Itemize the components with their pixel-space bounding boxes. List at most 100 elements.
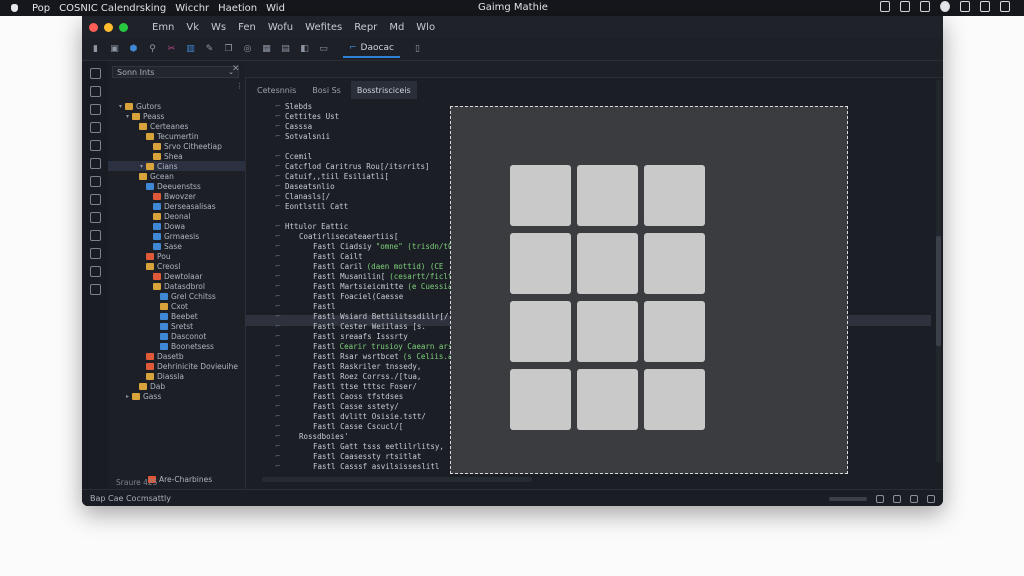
tree-item[interactable]: Derseasalisas	[147, 201, 216, 211]
terminal-icon[interactable]	[89, 176, 101, 187]
tree-item[interactable]: Grmaesis	[147, 231, 199, 241]
preview-tile[interactable]	[644, 233, 705, 294]
edit-icon[interactable]	[89, 68, 101, 79]
tab-3-active[interactable]: Bosstrisciceis	[350, 81, 417, 99]
layers-icon[interactable]: ▤	[280, 44, 291, 55]
collapse-icon[interactable]: ⋮	[236, 82, 243, 90]
code-editor[interactable]: ⌐ Slebds ⌐ Cettites Ust ⌐ Casssa ⌐ Sotvalsnii ⌐ C…	[245, 102, 489, 480]
pen-icon[interactable]: ✎	[204, 44, 215, 55]
window-menu-item[interactable]: Wofu	[268, 22, 293, 33]
horizontal-scrollbar[interactable]	[262, 477, 532, 482]
monitor-icon[interactable]	[89, 212, 101, 223]
settings-icon[interactable]	[89, 248, 101, 259]
window-menu-item[interactable]: Vk	[186, 22, 199, 33]
tree-item[interactable]: Creosl	[140, 261, 180, 271]
database-icon[interactable]	[89, 194, 101, 205]
preview-tile[interactable]	[577, 369, 638, 430]
menubar-app-name[interactable]: Pop	[32, 3, 50, 14]
search-icon[interactable]	[89, 104, 101, 115]
tree-item[interactable]: Dab	[133, 381, 165, 391]
status-icon-1[interactable]	[880, 1, 890, 12]
tree-item[interactable]: Bwovzer	[147, 191, 196, 201]
shield-icon[interactable]: ⬢	[128, 44, 139, 55]
menubar-item-3[interactable]: Haetion	[218, 3, 257, 14]
vertical-scrollbar-thumb[interactable]	[936, 236, 941, 346]
tree-item[interactable]: Pou	[140, 251, 171, 261]
tree-item[interactable]: Grel Cchitss	[154, 291, 216, 301]
tree-item[interactable]: Deonal	[147, 211, 190, 221]
tree-item[interactable]: Beebet	[154, 311, 198, 321]
close-button[interactable]	[89, 22, 98, 32]
minimize-button[interactable]	[104, 22, 113, 32]
tree-item[interactable]: Boonetsess	[154, 341, 214, 351]
tree-item[interactable]: Dasconot	[154, 331, 206, 341]
status-icon-2[interactable]	[900, 1, 910, 12]
window-menu-item[interactable]: Wlo	[416, 22, 435, 33]
status-icon-7[interactable]	[1000, 1, 1010, 12]
scissors-icon[interactable]: ✂	[166, 44, 177, 55]
preview-tile[interactable]	[510, 165, 571, 226]
tree-item[interactable]: ▾ Gutors	[119, 101, 161, 111]
status-icon-6[interactable]	[980, 1, 990, 12]
tree-item[interactable]: Dehrinicite Dovieuihe	[140, 361, 238, 371]
tree-item[interactable]: ▾ Cians	[108, 161, 245, 171]
debug-icon[interactable]	[89, 140, 101, 151]
save-icon[interactable]: ▣	[109, 44, 120, 55]
close-explorer-icon[interactable]: ✕	[232, 64, 240, 74]
preview-tile[interactable]	[577, 233, 638, 294]
tree-item[interactable]: Datasdbrol	[147, 281, 205, 291]
window-menu-item[interactable]: Wefites	[305, 22, 342, 33]
phone-icon[interactable]: ▯	[412, 44, 423, 55]
tree-item[interactable]: Certeanes	[133, 121, 188, 131]
window-menu-item[interactable]: Emn	[152, 22, 174, 33]
tree-item[interactable]: Tecumertin	[140, 131, 199, 141]
tab-2[interactable]: Bosi Ss	[306, 81, 347, 99]
split-icon[interactable]: ◧	[299, 44, 310, 55]
gear-icon[interactable]	[89, 284, 101, 295]
preview-tile[interactable]	[577, 301, 638, 362]
source-control-icon[interactable]	[89, 122, 101, 133]
bookmark-icon[interactable]	[89, 230, 101, 241]
apple-icon[interactable]	[11, 4, 18, 12]
status-icon-a[interactable]	[876, 494, 884, 503]
copy-icon[interactable]: ❐	[223, 44, 234, 55]
tree-item[interactable]: Shea	[147, 151, 183, 161]
tree-item-bottom[interactable]: Are-Charbines	[148, 474, 212, 484]
preview-tile[interactable]	[644, 165, 705, 226]
target-icon[interactable]: ◎	[242, 44, 253, 55]
tree-item[interactable]: ▸ Gass	[126, 391, 161, 401]
tree-item[interactable]: Dewtolaar	[147, 271, 202, 281]
status-icon-3[interactable]	[920, 1, 930, 12]
panel-icon[interactable]: ▭	[318, 44, 329, 55]
window-menu-item[interactable]: Ws	[211, 22, 226, 33]
menubar-item-4[interactable]: Wid	[266, 3, 285, 14]
preview-tile[interactable]	[510, 301, 571, 362]
files-icon[interactable]	[89, 86, 101, 97]
toolbar-active-tab[interactable]: ⌐ Daocac	[343, 40, 400, 58]
status-icon-4[interactable]	[940, 1, 950, 12]
menubar-item-1[interactable]: COSNIC Calendrsking	[59, 3, 166, 14]
tree-item[interactable]: Srvo Citheetiap	[147, 141, 222, 151]
explorer-selector[interactable]: Sonn Ints ⌄	[112, 66, 239, 78]
window-menu-item[interactable]: Md	[389, 22, 404, 33]
preview-tile[interactable]	[644, 369, 705, 430]
columns-icon[interactable]: ▥	[185, 44, 196, 55]
tree-item[interactable]: Sretst	[154, 321, 193, 331]
status-icon-c[interactable]	[910, 494, 918, 503]
tree-item[interactable]: Cxot	[154, 301, 188, 311]
filter-icon[interactable]: ⚲	[147, 44, 158, 55]
tree-item[interactable]: Dasetb	[140, 351, 184, 361]
tree-item[interactable]: Diassla	[140, 371, 184, 381]
tree-item[interactable]: Gcean	[133, 171, 174, 181]
window-menu-item[interactable]: Fen	[238, 22, 256, 33]
grid-icon[interactable]: ▦	[261, 44, 272, 55]
status-icon-d[interactable]	[927, 494, 935, 503]
zoom-slider[interactable]	[829, 496, 867, 501]
tree-item[interactable]: ▾ Peass	[126, 111, 164, 121]
window-menu-item[interactable]: Repr	[354, 22, 377, 33]
tab-1[interactable]: Cetesnnis	[251, 81, 302, 99]
preview-tile[interactable]	[644, 301, 705, 362]
status-icon-b[interactable]	[893, 494, 901, 503]
maximize-button[interactable]	[119, 22, 128, 32]
preview-tile[interactable]	[510, 233, 571, 294]
